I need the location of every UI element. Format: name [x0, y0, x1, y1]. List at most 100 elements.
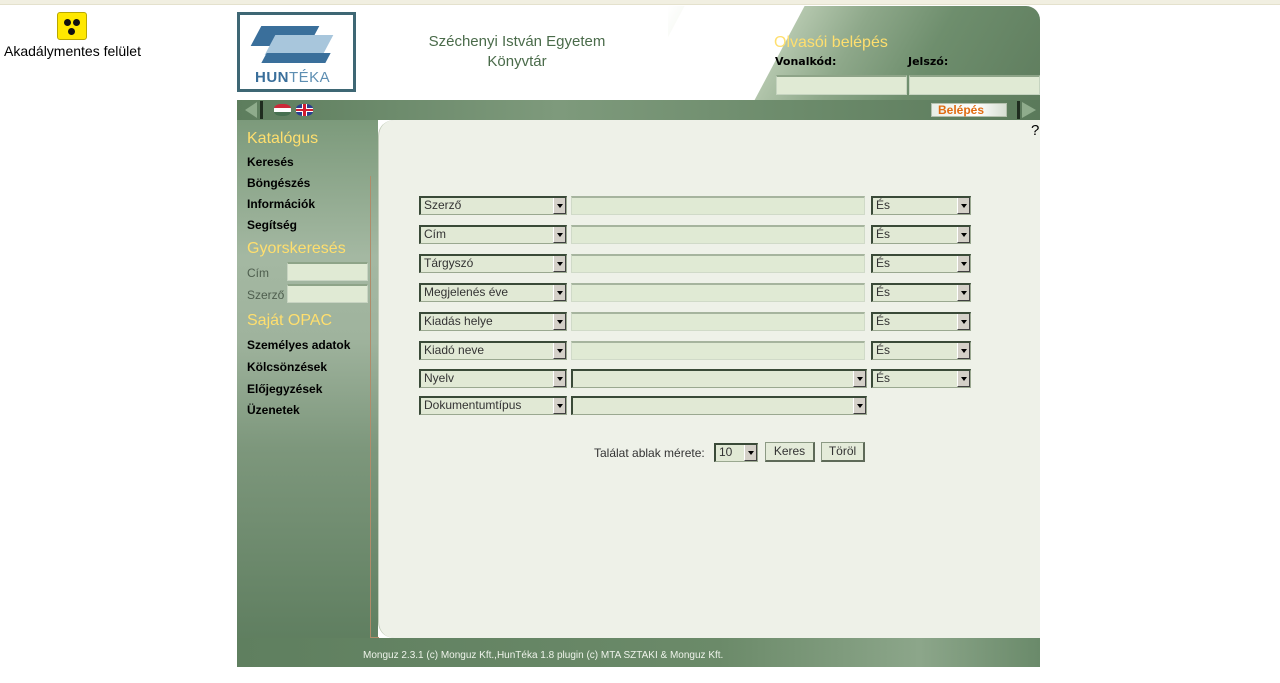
chevron-down-icon[interactable] [553, 343, 566, 359]
search-term-input-3[interactable] [571, 254, 865, 273]
sidebar-item-personal-data[interactable]: Személyes adatok [247, 338, 350, 352]
field-select-3[interactable]: Tárgyszó [419, 254, 567, 273]
field-select-7[interactable]: Nyelv [419, 369, 567, 388]
operator-select-2[interactable]: És [871, 225, 971, 244]
footer-copyright: Monguz 2.3.1 (c) Monguz Kft.,HunTéka 1.8… [363, 650, 724, 661]
search-term-input-1[interactable] [571, 196, 865, 215]
password-input[interactable] [909, 75, 1040, 95]
result-window-label: Találat ablak mérete: [594, 446, 705, 460]
result-window-value: 10 [719, 445, 733, 459]
chevron-down-icon[interactable] [744, 445, 757, 461]
university-name: Széchenyi István Egyetem [428, 33, 606, 50]
search-term-input-5[interactable] [571, 312, 865, 331]
forward-arrow-icon[interactable] [1022, 102, 1036, 118]
search-term-input-6[interactable] [571, 341, 865, 360]
back-arrow-icon[interactable] [245, 102, 257, 118]
operator-select-6[interactable]: És [871, 341, 971, 360]
chevron-down-icon[interactable] [553, 285, 566, 301]
password-label: Jelszó: [908, 55, 949, 68]
search-term-input-2[interactable] [571, 225, 865, 244]
field-select-value: Szerző [424, 198, 462, 212]
sidebar-item-messages[interactable]: Üzenetek [247, 403, 300, 417]
operator-value: És [876, 314, 891, 328]
divider [1017, 101, 1020, 119]
field-select-value: Kiadás helye [424, 314, 493, 328]
field-select-8[interactable]: Dokumentumtípus [419, 396, 567, 415]
chevron-down-icon[interactable] [553, 398, 566, 414]
quicksearch-author-input[interactable] [287, 284, 368, 303]
english-flag-icon[interactable] [296, 104, 313, 116]
chevron-down-icon[interactable] [957, 256, 970, 272]
header: HUNTÉKA Széchenyi István Egyetem Könyvtá… [237, 6, 1040, 100]
chevron-down-icon[interactable] [553, 314, 566, 330]
operator-value: És [876, 371, 891, 385]
sidebar-item-reservations[interactable]: Előjegyzések [247, 382, 322, 396]
logo-text-teka: TÉKA [289, 69, 331, 86]
chevron-down-icon[interactable] [957, 227, 970, 243]
accessibility-icon[interactable] [57, 12, 87, 40]
chevron-down-icon[interactable] [957, 198, 970, 214]
chevron-down-icon[interactable] [853, 371, 866, 387]
chevron-down-icon[interactable] [957, 314, 970, 330]
field-select-4[interactable]: Megjelenés éve [419, 283, 567, 302]
library-title: Széchenyi István Egyetem Könyvtár [387, 32, 647, 72]
barcode-input[interactable] [776, 75, 907, 95]
sidebar-item-browse[interactable]: Böngészés [247, 176, 310, 190]
document-type-select[interactable] [571, 396, 867, 415]
field-select-2[interactable]: Cím [419, 225, 567, 244]
sidebar-item-loans[interactable]: Kölcsönzések [247, 360, 327, 374]
accessibility-label[interactable]: Akadálymentes felület [4, 43, 141, 59]
search-button[interactable]: Keres [765, 442, 815, 462]
chevron-down-icon[interactable] [553, 198, 566, 214]
quicksearch-title-label: Cím [247, 266, 269, 280]
operator-select-4[interactable]: És [871, 283, 971, 302]
help-icon[interactable]: ? [1031, 122, 1039, 139]
operator-select-1[interactable]: És [871, 196, 971, 215]
footer: Monguz 2.3.1 (c) Monguz Kft.,HunTéka 1.8… [237, 638, 1040, 667]
divider [260, 101, 263, 119]
sidebar-item-search[interactable]: Keresés [247, 155, 294, 169]
logo-text-hun: HUN [255, 69, 289, 86]
operator-value: És [876, 227, 891, 241]
quicksearch-author-label: Szerző [247, 288, 285, 302]
chevron-down-icon[interactable] [957, 343, 970, 359]
field-select-6[interactable]: Kiadó neve [419, 341, 567, 360]
chevron-down-icon[interactable] [553, 371, 566, 387]
field-select-5[interactable]: Kiadás helye [419, 312, 567, 331]
chevron-down-icon[interactable] [553, 227, 566, 243]
chevron-down-icon[interactable] [553, 256, 566, 272]
clear-button[interactable]: Töröl [821, 442, 865, 462]
login-title: Olvasói belépés [774, 34, 888, 51]
chevron-down-icon[interactable] [853, 398, 866, 414]
operator-value: És [876, 343, 891, 357]
chevron-down-icon[interactable] [957, 371, 970, 387]
barcode-label: Vonalkód: [775, 55, 837, 68]
operator-select-3[interactable]: És [871, 254, 971, 273]
operator-value: És [876, 256, 891, 270]
hungarian-flag-icon[interactable] [274, 104, 291, 116]
operator-select-7[interactable]: És [871, 369, 971, 388]
sidebar: Katalógus Keresés Böngészés Információk … [237, 120, 378, 667]
navigation-bar: Belépés [237, 100, 1040, 120]
field-select-value: Dokumentumtípus [424, 398, 522, 412]
search-term-input-4[interactable] [571, 283, 865, 302]
catalog-heading: Katalógus [247, 130, 319, 147]
operator-select-5[interactable]: És [871, 312, 971, 331]
quicksearch-title-input[interactable] [287, 262, 368, 281]
sidebar-item-help[interactable]: Segítség [247, 218, 297, 232]
field-select-value: Megjelenés éve [424, 285, 509, 299]
browser-top-strip [0, 0, 1280, 5]
opac-heading: Saját OPAC [247, 312, 333, 329]
library-name: Könyvtár [487, 53, 547, 70]
chevron-down-icon[interactable] [957, 285, 970, 301]
field-select-value: Kiadó neve [424, 343, 485, 357]
field-select-value: Tárgyszó [424, 256, 474, 270]
operator-value: És [876, 198, 891, 212]
operator-value: És [876, 285, 891, 299]
field-select-1[interactable]: Szerző [419, 196, 567, 215]
login-button[interactable]: Belépés [931, 103, 1007, 117]
language-select[interactable] [571, 369, 867, 388]
result-window-select[interactable]: 10 [714, 443, 758, 462]
sidebar-item-information[interactable]: Információk [247, 197, 315, 211]
field-select-value: Nyelv [424, 371, 455, 385]
